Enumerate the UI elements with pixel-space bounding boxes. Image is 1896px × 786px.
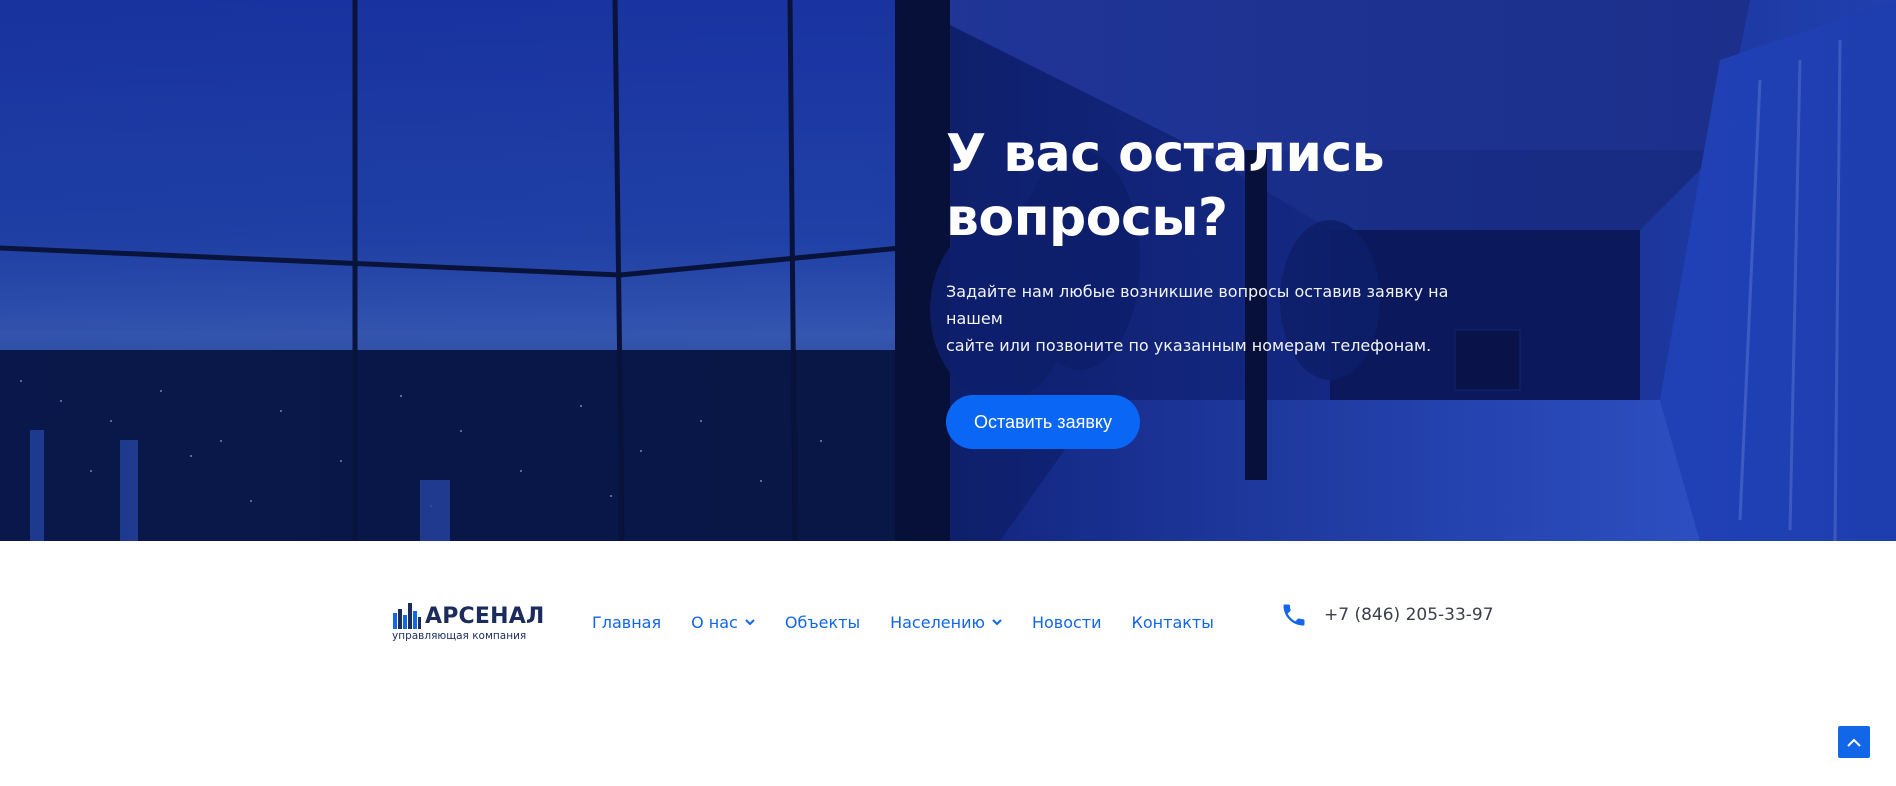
- nav-item-home[interactable]: Главная: [592, 613, 661, 632]
- nav-item-label: О нас: [691, 613, 738, 632]
- site-header: АРСЕНАЛ управляющая компания Главная О н…: [0, 541, 1896, 786]
- hero-content: У вас остались вопросы? Задайте нам любы…: [946, 122, 1506, 449]
- nav-item-label: Новости: [1031, 613, 1102, 632]
- hero-description: Задайте нам любые возникшие вопросы оста…: [946, 278, 1506, 359]
- phone-icon: [1283, 604, 1305, 626]
- company-logo[interactable]: АРСЕНАЛ управляющая компания: [392, 601, 545, 647]
- chevron-down-icon: [992, 619, 1002, 626]
- logo-name: АРСЕНАЛ: [425, 604, 545, 629]
- hero-description-line1: Задайте нам любые возникшие вопросы оста…: [946, 282, 1449, 328]
- nav-item-residents[interactable]: Населению: [890, 613, 1002, 632]
- nav-item-contacts[interactable]: Контакты: [1132, 613, 1214, 632]
- leave-request-button[interactable]: Оставить заявку: [946, 395, 1140, 449]
- logo-subtitle: управляющая компания: [392, 630, 527, 642]
- hero-title: У вас остались вопросы?: [946, 122, 1506, 250]
- main-navigation: Главная О нас Объекты Населению Новости …: [592, 613, 1244, 632]
- hero-description-line2: сайте или позвоните по указанным номерам…: [946, 336, 1432, 355]
- nav-item-label: Объекты: [784, 613, 861, 632]
- hero-title-line1: У вас остались: [946, 124, 1385, 184]
- nav-item-label: Населению: [890, 613, 985, 632]
- scroll-to-top-button[interactable]: [1838, 726, 1870, 758]
- nav-item-about[interactable]: О нас: [691, 613, 755, 632]
- nav-item-label: Главная: [592, 613, 662, 632]
- phone-number: +7 (846) 205-33-97: [1324, 605, 1494, 625]
- nav-item-label: Контакты: [1131, 613, 1214, 632]
- logo-buildings-icon: [393, 603, 421, 629]
- hero-section: У вас остались вопросы? Задайте нам любы…: [0, 0, 1896, 541]
- chevron-down-icon: [745, 619, 755, 626]
- nav-item-objects[interactable]: Объекты: [785, 613, 860, 632]
- nav-item-news[interactable]: Новости: [1032, 613, 1102, 632]
- chevron-up-icon: [1847, 738, 1861, 747]
- hero-title-line2: вопросы?: [946, 188, 1228, 248]
- phone-contact[interactable]: +7 (846) 205-33-97: [1280, 601, 1494, 629]
